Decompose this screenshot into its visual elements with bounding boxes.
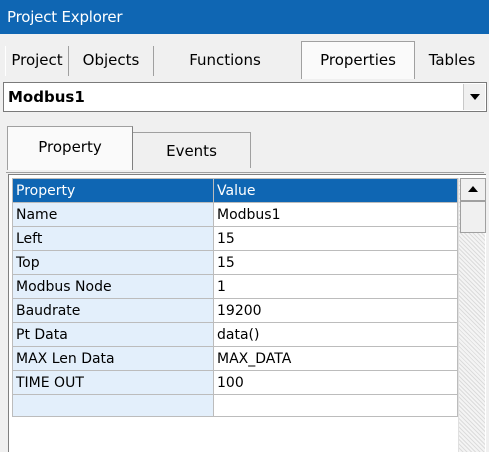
tab-objects[interactable]: Objects	[69, 46, 154, 76]
property-name-cell[interactable]: Name	[12, 202, 214, 227]
property-name-cell[interactable]: Top	[12, 250, 214, 275]
property-name-cell[interactable]: Modbus Node	[12, 274, 214, 299]
tab-functions[interactable]: Functions	[154, 46, 296, 76]
main-tab-strip: Project Objects Functions Properties Tab…	[0, 34, 489, 82]
table-row[interactable]: Left 15	[12, 226, 458, 251]
table-row[interactable]: MAX Len Data MAX_DATA	[12, 346, 458, 371]
object-selector-value: Modbus1	[8, 88, 85, 106]
sub-tab-strip: Property Events	[0, 124, 489, 174]
chevron-up-icon	[468, 186, 478, 192]
chevron-down-icon	[470, 94, 480, 100]
vertical-scrollbar[interactable]	[458, 178, 486, 452]
property-value-cell[interactable]	[213, 394, 458, 417]
property-name-cell[interactable]: MAX Len Data	[12, 346, 214, 371]
property-value-cell[interactable]: MAX_DATA	[213, 346, 458, 371]
property-value-cell[interactable]: Modbus1	[213, 202, 458, 227]
tab-property[interactable]: Property	[7, 126, 133, 170]
table-row-empty[interactable]	[12, 394, 458, 417]
table-row[interactable]: Top 15	[12, 250, 458, 275]
column-header-property[interactable]: Property	[12, 178, 214, 203]
table-row[interactable]: Pt Data data()	[12, 322, 458, 347]
property-value-cell[interactable]: 100	[213, 370, 458, 395]
property-table: Property Value Name Modbus1 Left 15 Top …	[12, 178, 458, 417]
dropdown-button[interactable]	[463, 84, 485, 110]
table-row[interactable]: Baudrate 19200	[12, 298, 458, 323]
column-header-value[interactable]: Value	[213, 178, 458, 203]
property-name-cell[interactable]: Baudrate	[12, 298, 214, 323]
property-value-cell[interactable]: 19200	[213, 298, 458, 323]
tab-events[interactable]: Events	[133, 132, 251, 168]
tab-divider	[6, 172, 484, 173]
property-value-cell[interactable]: 15	[213, 250, 458, 275]
scroll-up-button[interactable]	[460, 178, 486, 201]
scrollbar-thumb[interactable]	[460, 201, 486, 233]
tab-project[interactable]: Project	[5, 46, 69, 76]
property-name-cell[interactable]	[12, 394, 214, 417]
property-name-cell[interactable]: TIME OUT	[12, 370, 214, 395]
table-row[interactable]: Modbus Node 1	[12, 274, 458, 299]
table-row[interactable]: TIME OUT 100	[12, 370, 458, 395]
table-row[interactable]: Name Modbus1	[12, 202, 458, 227]
property-name-cell[interactable]: Left	[12, 226, 214, 251]
tab-tables[interactable]: Tables	[415, 46, 489, 76]
table-header-row: Property Value	[12, 178, 458, 203]
window-title: Project Explorer	[0, 0, 489, 34]
tab-properties[interactable]: Properties	[301, 41, 415, 79]
object-selector-dropdown[interactable]: Modbus1	[3, 82, 487, 112]
property-value-cell[interactable]: 1	[213, 274, 458, 299]
property-grid: Property Value Name Modbus1 Left 15 Top …	[8, 174, 486, 452]
property-name-cell[interactable]: Pt Data	[12, 322, 214, 347]
property-value-cell[interactable]: 15	[213, 226, 458, 251]
property-value-cell[interactable]: data()	[213, 322, 458, 347]
